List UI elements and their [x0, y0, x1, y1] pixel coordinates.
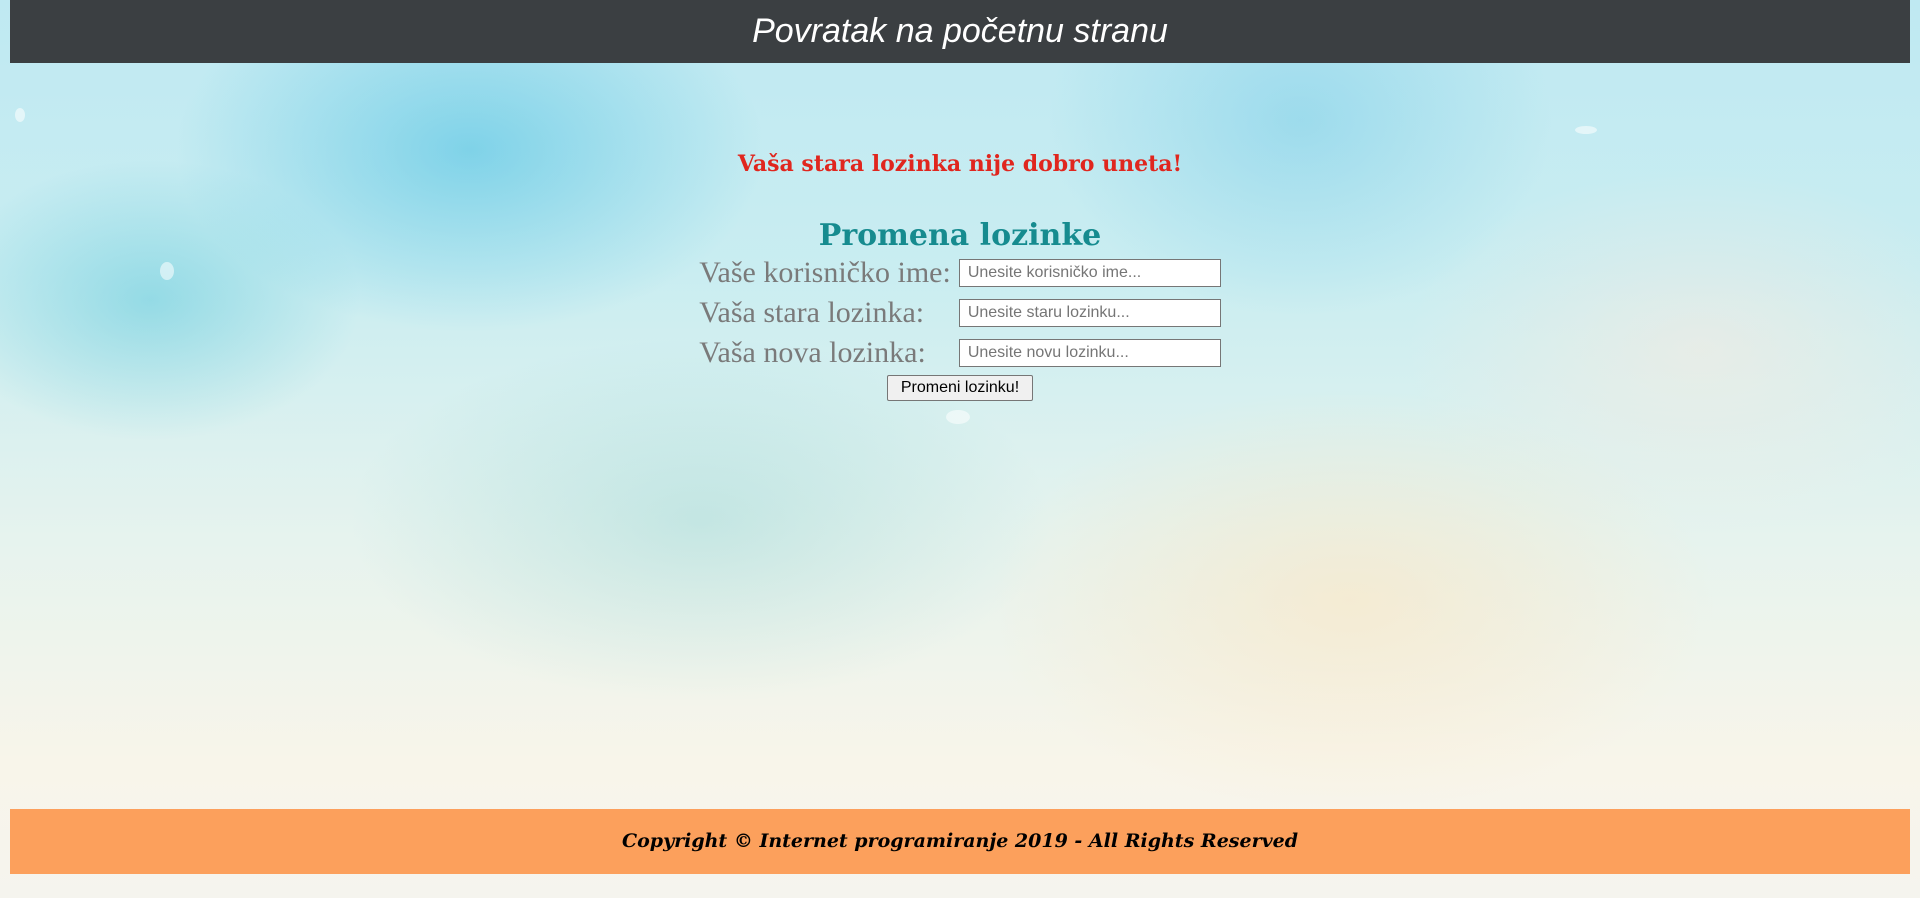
footer: Copyright © Internet programiranje 2019 … [10, 809, 1910, 874]
change-password-button[interactable]: Promeni lozinku! [886, 375, 1034, 401]
old-password-input[interactable] [958, 299, 1221, 327]
background-splash [946, 410, 970, 424]
main-content: Vaša stara lozinka nije dobro uneta! Pro… [0, 63, 1920, 403]
form-title: Promena lozinke [818, 218, 1102, 253]
form-table: Vaše korisničko ime: Vaša stara lozinka:… [695, 253, 1225, 403]
change-password-form: Vaše korisničko ime: Vaša stara lozinka:… [0, 253, 1920, 403]
new-password-cell [955, 333, 1225, 373]
page: { "header": { "link_text": "Povratak na … [0, 0, 1920, 898]
submit-cell: Promeni lozinku! [695, 373, 1225, 403]
username-cell [955, 253, 1225, 293]
old-password-label: Vaša stara lozinka: [699, 296, 925, 329]
submit-row: Promeni lozinku! [695, 373, 1225, 403]
username-label: Vaše korisničko ime: [699, 256, 951, 289]
old-password-row: Vaša stara lozinka: [695, 293, 1225, 333]
home-link-header[interactable]: Povratak na početnu stranu [10, 0, 1910, 63]
error-message: Vaša stara lozinka nije dobro uneta! [737, 151, 1183, 177]
copyright-text: Copyright © Internet programiranje 2019 … [621, 830, 1298, 852]
new-password-row: Vaša nova lozinka: [695, 333, 1225, 373]
old-password-cell [955, 293, 1225, 333]
new-password-input[interactable] [958, 339, 1221, 367]
new-password-label: Vaša nova lozinka: [699, 336, 926, 369]
username-row: Vaše korisničko ime: [695, 253, 1225, 293]
username-input[interactable] [958, 259, 1221, 287]
